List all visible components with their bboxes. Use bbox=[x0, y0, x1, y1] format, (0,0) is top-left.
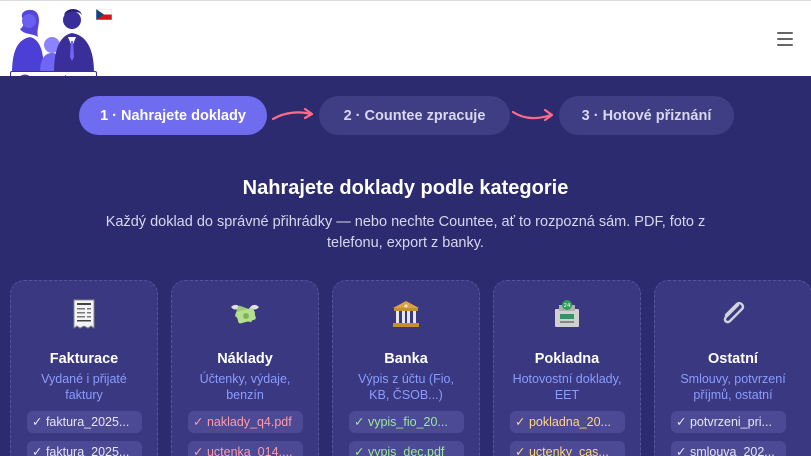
card-desc-line: KB, ČSOB...) bbox=[369, 388, 443, 402]
category-card-ostatni[interactable]: Ostatní Smlouvy, potvrzení příjmů, ostat… bbox=[654, 280, 811, 456]
uploaded-file[interactable]: ✓ uctenky_cas... bbox=[510, 441, 625, 456]
step-3-done[interactable]: 3 · Hotové přiznání bbox=[559, 96, 734, 135]
arrow-right-icon bbox=[511, 108, 554, 122]
section-subtitle: Každý doklad do správné přihrádky — nebo… bbox=[90, 212, 721, 254]
logo-people-icon bbox=[12, 9, 94, 73]
card-desc-line: Vydané i přijaté bbox=[41, 372, 127, 386]
card-title: Ostatní bbox=[708, 351, 758, 367]
main-section: 1 · Nahrajete doklady 2 · Countee zpracu… bbox=[0, 76, 811, 456]
card-description: Výpis z účtu (Fio, KB, ČSOB...) bbox=[341, 371, 471, 403]
uploaded-file[interactable]: ✓ naklady_q4.pdf bbox=[188, 411, 303, 433]
card-desc-line: Účtenky, výdaje, bbox=[199, 372, 291, 386]
uploaded-file[interactable]: ✓ vypis_fio_20... bbox=[349, 411, 464, 433]
card-description: Smlouvy, potvrzení příjmů, ostatní bbox=[663, 371, 803, 403]
svg-text:24: 24 bbox=[564, 303, 571, 309]
section-heading: Nahrajete doklady podle kategorie bbox=[242, 177, 569, 199]
category-card-fakturace[interactable]: Fakturace Vydané i přijaté faktury ✓ fak… bbox=[10, 280, 158, 456]
card-description: Účtenky, výdaje, benzín bbox=[180, 371, 310, 403]
uploaded-file[interactable]: ✓ potvrzeni_pri... bbox=[671, 411, 786, 433]
card-desc-line: EET bbox=[554, 388, 580, 402]
czech-flag-icon[interactable] bbox=[96, 9, 112, 20]
arrow-right-icon bbox=[271, 107, 314, 121]
uploaded-file[interactable]: ✓ vypis_dec.pdf bbox=[349, 441, 464, 456]
card-description: Hotovostní doklady, EET bbox=[502, 371, 632, 403]
hamburger-menu-icon[interactable] bbox=[777, 32, 793, 46]
card-desc-line: Výpis z účtu (Fio, bbox=[358, 372, 454, 386]
step-2-process[interactable]: 2 · Countee zpracuje bbox=[319, 96, 510, 135]
uploaded-file[interactable]: ✓ faktura_2025... bbox=[27, 441, 142, 456]
receipt-icon bbox=[11, 299, 157, 333]
category-card-naklady[interactable]: Náklady Účtenky, výdaje, benzín ✓ naklad… bbox=[171, 280, 319, 456]
top-bar: Countee bbox=[0, 0, 811, 95]
card-desc-line: Hotovostní doklady, bbox=[512, 372, 622, 386]
subtitle-line-1: Každý doklad do správné přihrádky — nebo… bbox=[105, 214, 706, 230]
card-desc-line: benzín bbox=[226, 388, 264, 402]
uploaded-file[interactable]: ✓ smlouva_202... bbox=[671, 441, 786, 456]
card-title: Náklady bbox=[217, 351, 273, 367]
card-title: Fakturace bbox=[49, 351, 119, 367]
uploaded-file[interactable]: ✓ faktura_2025... bbox=[27, 411, 142, 433]
atm-icon: 24 bbox=[494, 299, 640, 333]
menu-line bbox=[777, 38, 793, 40]
card-title: Banka bbox=[384, 351, 428, 367]
money-wings-icon bbox=[172, 299, 318, 333]
bank-icon bbox=[333, 299, 479, 333]
paperclip-icon bbox=[655, 299, 811, 333]
card-title: Pokladna bbox=[534, 351, 600, 367]
card-desc-line: Smlouvy, potvrzení bbox=[680, 372, 786, 386]
menu-line bbox=[777, 44, 793, 46]
card-description: Vydané i přijaté faktury bbox=[19, 371, 149, 403]
card-desc-line: příjmů, ostatní bbox=[693, 388, 773, 402]
uploaded-file[interactable]: ✓ pokladna_20... bbox=[510, 411, 625, 433]
subtitle-line-2: telefonu, export z banky. bbox=[327, 235, 484, 251]
uploaded-file[interactable]: ✓ uctenka_014.... bbox=[188, 441, 303, 456]
category-card-pokladna[interactable]: 24 Pokladna Hotovostní doklady, EET ✓ po… bbox=[493, 280, 641, 456]
menu-line bbox=[777, 32, 793, 34]
card-desc-line: faktury bbox=[65, 388, 103, 402]
category-card-banka[interactable]: Banka Výpis z účtu (Fio, KB, ČSOB...) ✓ … bbox=[332, 280, 480, 456]
step-1-upload[interactable]: 1 · Nahrajete doklady bbox=[79, 96, 267, 135]
